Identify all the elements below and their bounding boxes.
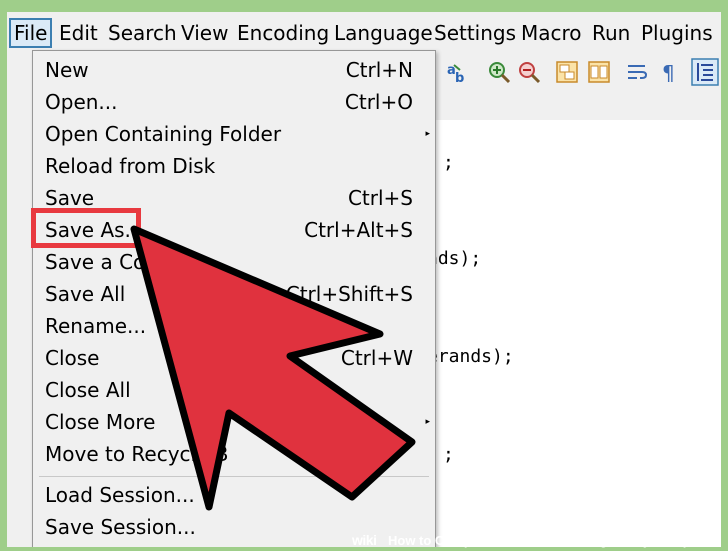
menu-item-label: Save All [45, 282, 126, 306]
watermark-footer: wiki How to Compile and Run Java Program… [0, 531, 728, 551]
menu-item-shortcut: Ctrl+Shift+S [285, 282, 413, 306]
menu-encoding[interactable]: Encoding [237, 20, 329, 46]
menu-item-shortcut: Ctrl+W [340, 346, 413, 370]
menu-item-move-to-recycle-bin[interactable]: Move to Recycle B [33, 439, 435, 471]
menu-item-label: Move to Recycle B [45, 442, 229, 466]
menu-item-rename[interactable]: Rename... [33, 311, 435, 343]
menu-edit[interactable]: Edit [59, 20, 98, 46]
menu-item-open-containing-folder[interactable]: Open Containing Folder ▸ [33, 119, 435, 151]
code-line: erands); [427, 346, 514, 367]
menu-macro[interactable]: Macro [521, 20, 582, 46]
menu-file[interactable]: File [9, 18, 53, 48]
editor-area[interactable]: ; nds); erands); ; [427, 120, 721, 547]
menu-view[interactable]: View [181, 20, 228, 46]
save-as-highlight-box [31, 208, 141, 248]
menu-plugins[interactable]: Plugins [641, 20, 713, 46]
code-line: ; [443, 444, 454, 465]
submenu-arrow-icon: ▸ [425, 129, 430, 139]
menu-item-load-session[interactable]: Load Session... [33, 480, 435, 512]
menu-separator [39, 476, 429, 477]
menu-item-close[interactable]: Close Ctrl+W [33, 343, 435, 375]
file-menu-dropdown: New Ctrl+N Open... Ctrl+O Open Containin… [32, 50, 436, 547]
menu-settings[interactable]: Settings [434, 20, 516, 46]
toolbar: a b ¶ [427, 52, 721, 92]
submenu-arrow-icon: ▸ [425, 417, 430, 427]
menu-item-label: Rename... [45, 314, 147, 338]
menu-item-label: Save [45, 186, 95, 210]
menu-item-close-more[interactable]: Close More ▸ [33, 407, 435, 439]
svg-text:b: b [455, 71, 464, 84]
tab-strip [427, 92, 721, 121]
find-replace-icon[interactable]: a b [445, 60, 469, 84]
wikihow-logo: wiki [352, 532, 377, 548]
indent-guide-icon[interactable] [691, 58, 719, 86]
show-all-characters-icon[interactable]: ¶ [657, 60, 681, 84]
menu-item-label: Open Containing Folder [45, 122, 282, 146]
menu-item-shortcut: Ctrl+N [345, 58, 413, 82]
menu-item-label: Close All [45, 378, 131, 402]
menu-item-label: Reload from Disk [45, 154, 216, 178]
menu-run[interactable]: Run [592, 20, 630, 46]
sync-horizontal-icon[interactable] [587, 60, 611, 84]
zoom-out-icon[interactable] [517, 60, 541, 84]
word-wrap-icon[interactable] [625, 60, 649, 84]
menu-item-label: Open... [45, 90, 118, 114]
menu-item-save-a-copy[interactable]: Save a Cop [33, 247, 435, 279]
code-line: ; [443, 152, 454, 173]
menu-bar: File Edit Search View Encoding Language … [7, 12, 721, 52]
menu-search[interactable]: Search [108, 20, 177, 46]
menu-item-reload-from-disk[interactable]: Reload from Disk [33, 151, 435, 183]
menu-item-open[interactable]: Open... Ctrl+O [33, 87, 435, 119]
menu-item-shortcut: Ctrl+S [347, 186, 413, 210]
menu-item-new[interactable]: New Ctrl+N [33, 55, 435, 87]
svg-text:¶: ¶ [662, 61, 675, 84]
notepad-window: File Edit Search View Encoding Language … [7, 12, 721, 547]
article-title: How to Compile and Run Java Program by N… [388, 533, 706, 548]
menu-item-shortcut: Ctrl+Alt+S [304, 218, 413, 242]
menu-item-close-all[interactable]: Close All [33, 375, 435, 407]
menu-item-save-all[interactable]: Save All Ctrl+Shift+S [33, 279, 435, 311]
menu-item-label: Close More [45, 410, 156, 434]
menu-item-shortcut: Ctrl+O [344, 90, 413, 114]
zoom-in-icon[interactable] [487, 60, 511, 84]
menu-item-label: Close [45, 346, 100, 370]
sync-vertical-icon[interactable] [555, 60, 579, 84]
menu-language[interactable]: Language [334, 20, 433, 46]
menu-item-label: Load Session... [45, 483, 195, 507]
menu-item-label: Save a Cop [45, 250, 158, 274]
menu-item-label: New [45, 58, 89, 82]
